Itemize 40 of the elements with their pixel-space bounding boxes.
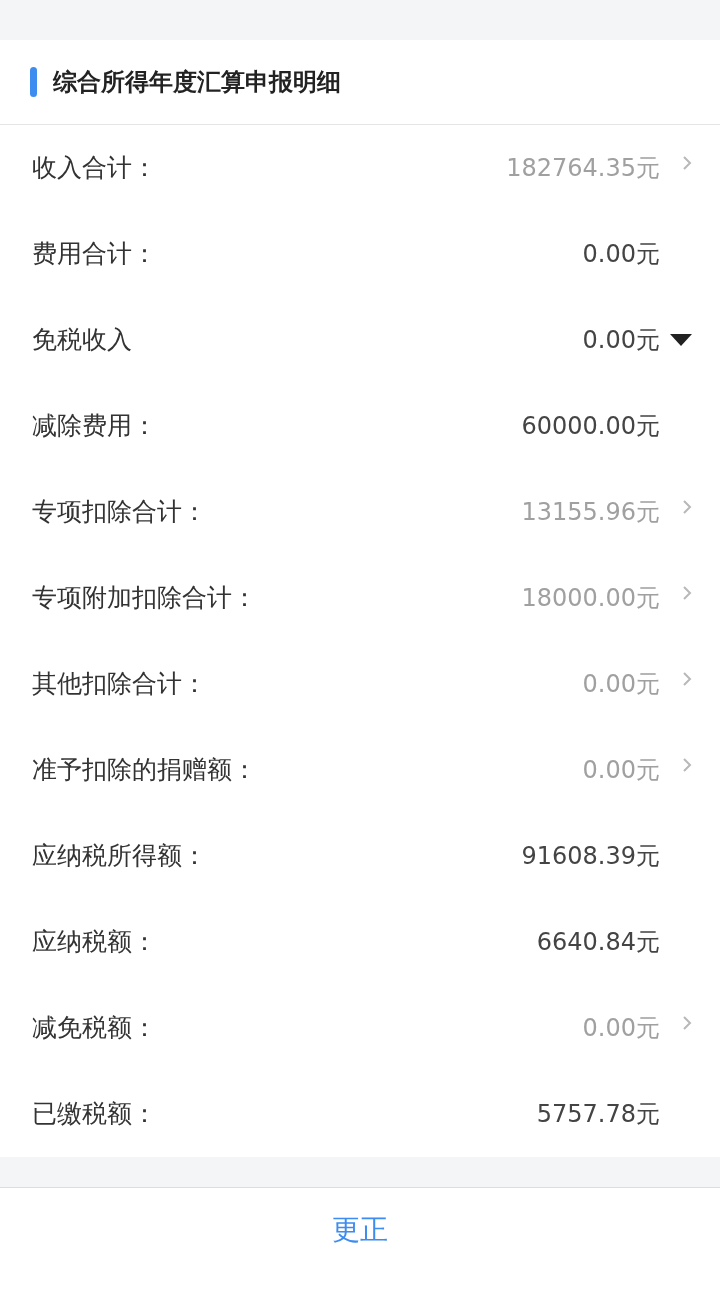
chevron-right-icon xyxy=(682,585,692,601)
row-label: 专项扣除合计： xyxy=(32,496,208,529)
row-label: 减免税额： xyxy=(32,1012,158,1045)
chevron-right-icon xyxy=(682,155,692,171)
chevron-right-icon xyxy=(682,671,692,687)
row-label: 准予扣除的捐赠额： xyxy=(32,754,258,787)
row-label: 免税收入 xyxy=(32,324,133,357)
detail-row[interactable]: 减免税额： 0.00元 xyxy=(0,985,720,1071)
row-value: 18000.00元 xyxy=(521,583,660,614)
detail-row[interactable]: 准予扣除的捐赠额： 0.00元 xyxy=(0,727,720,813)
row-label: 其他扣除合计： xyxy=(32,668,208,701)
detail-row[interactable]: 专项扣除合计： 13155.96元 xyxy=(0,469,720,555)
row-value: 6640.84元 xyxy=(536,927,660,958)
chevron-right-icon xyxy=(682,757,692,773)
detail-row[interactable]: 专项附加扣除合计： 18000.00元 xyxy=(0,555,720,641)
row-label: 费用合计： xyxy=(32,238,158,271)
detail-row[interactable]: 其他扣除合计： 0.00元 xyxy=(0,641,720,727)
accent-bar xyxy=(30,67,37,97)
row-label: 应纳税所得额： xyxy=(32,840,208,873)
row-value: 60000.00元 xyxy=(521,411,660,442)
chevron-right-icon xyxy=(682,1015,692,1031)
row-value: 0.00元 xyxy=(582,1013,660,1044)
row-value: 0.00元 xyxy=(582,755,660,786)
row-label: 已缴税额： xyxy=(32,1098,158,1131)
row-value: 182764.35元 xyxy=(506,153,660,184)
row-label: 专项附加扣除合计： xyxy=(32,582,258,615)
row-value: 0.00元 xyxy=(582,669,660,700)
row-label: 收入合计： xyxy=(32,152,158,185)
row-label: 减除费用： xyxy=(32,410,158,443)
row-label: 应纳税额： xyxy=(32,926,158,959)
row-value: 0.00元 xyxy=(582,239,660,270)
row-value: 0.00元 xyxy=(582,325,660,356)
row-value: 13155.96元 xyxy=(521,497,660,528)
detail-row[interactable]: 免税收入 0.00元 xyxy=(0,297,720,383)
row-value: 5757.78元 xyxy=(536,1099,660,1130)
chevron-right-icon xyxy=(682,499,692,515)
section-title: 综合所得年度汇算申报明细 xyxy=(53,67,341,98)
dropdown-triangle-icon[interactable] xyxy=(670,334,692,346)
detail-row[interactable]: 收入合计： 182764.35元 xyxy=(0,125,720,211)
row-value: 91608.39元 xyxy=(521,841,660,872)
